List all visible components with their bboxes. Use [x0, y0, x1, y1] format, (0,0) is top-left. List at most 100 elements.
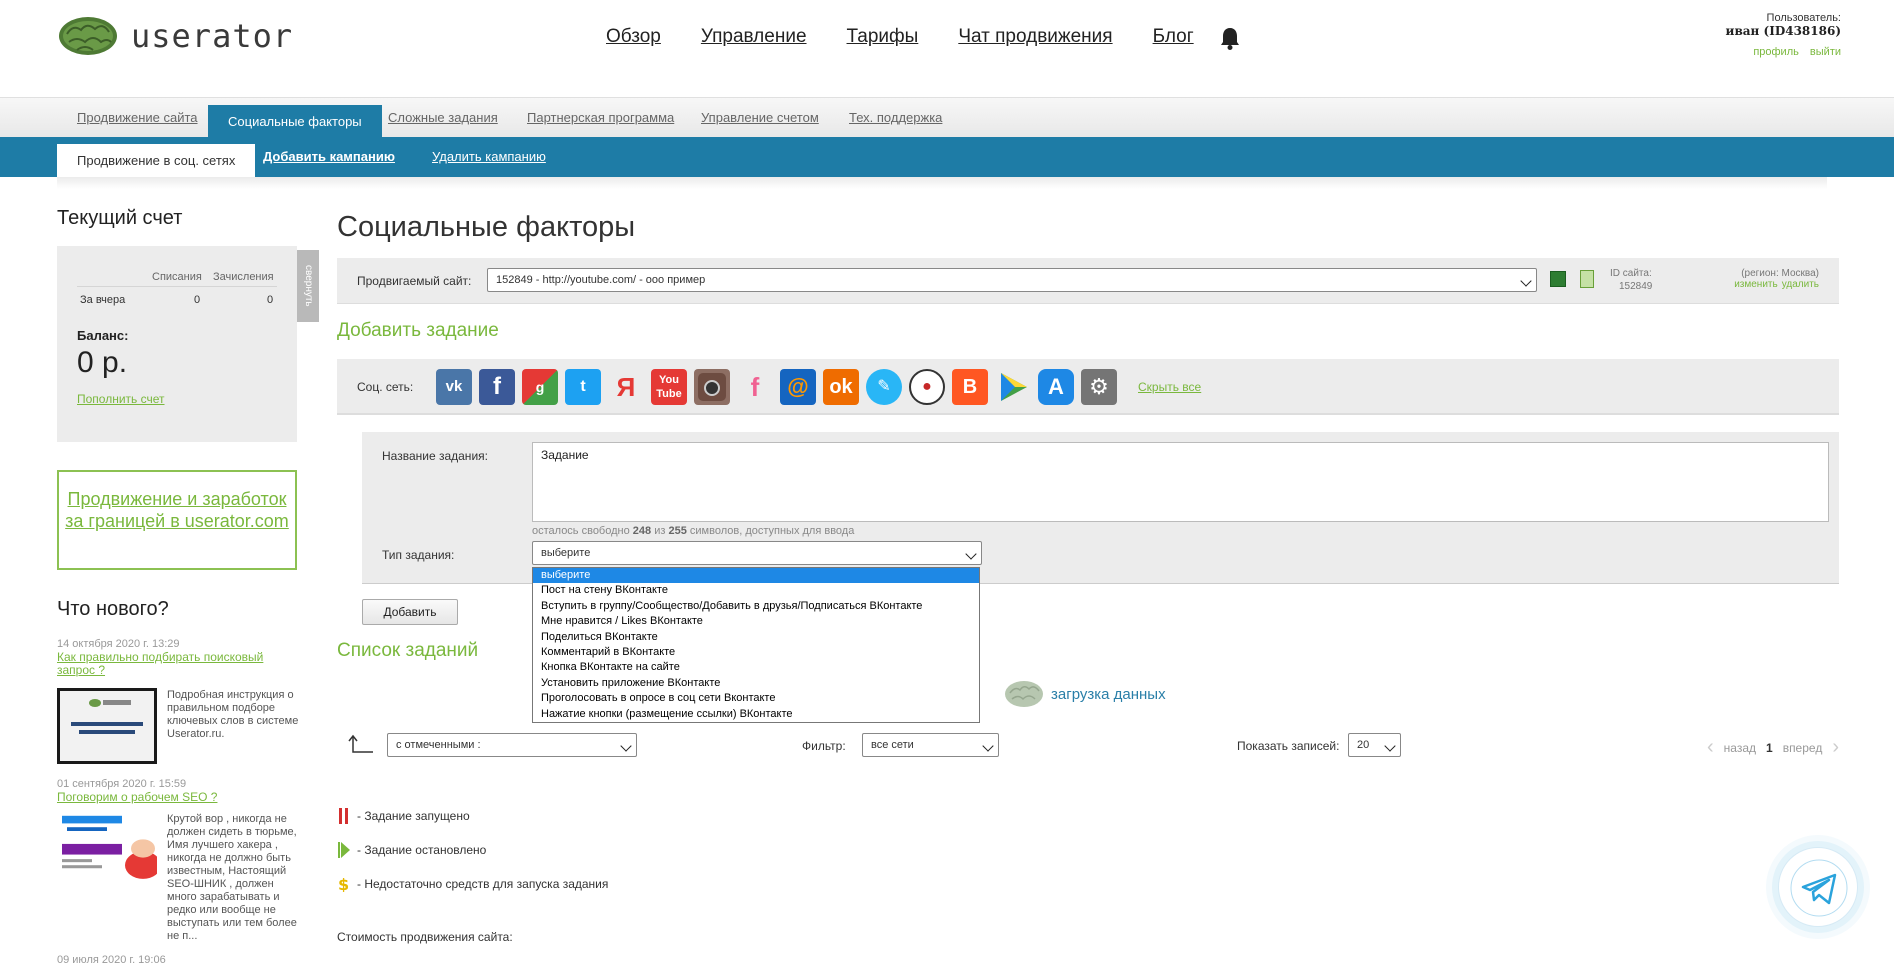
- collapse-handle[interactable]: свернуть: [297, 250, 319, 322]
- facebook-icon[interactable]: f: [479, 369, 515, 405]
- legend-running: - Задание запущено: [337, 808, 470, 824]
- pager-next[interactable]: вперед: [1783, 741, 1823, 755]
- logo[interactable]: userator: [57, 14, 293, 58]
- task-form: Название задания: Задание осталось свобо…: [362, 432, 1839, 584]
- chevron-down-icon: [982, 740, 994, 752]
- dropdown-option[interactable]: Вступить в группу/Сообщество/Добавить в …: [533, 599, 979, 614]
- balance-box: Списания Зачисления За вчера 0 0 Баланс:…: [57, 246, 297, 442]
- news-link[interactable]: Поговорим о рабочем SEO ?: [57, 791, 287, 804]
- chevron-down-icon: [1384, 740, 1396, 752]
- logout-link[interactable]: выйти: [1810, 46, 1841, 58]
- copy-icon[interactable]: [1580, 270, 1594, 288]
- subtab-add-campaign[interactable]: Добавить кампанию: [263, 137, 395, 177]
- pause-icon: [339, 808, 348, 824]
- bulk-action-select[interactable]: с отмеченными :: [387, 733, 637, 757]
- balance-value: 0 р.: [77, 346, 128, 379]
- dropdown-option[interactable]: Комментарий в ВКонтакте: [533, 645, 979, 660]
- tab-complex-tasks[interactable]: Сложные задания: [388, 98, 498, 138]
- bell-icon[interactable]: [1219, 26, 1241, 50]
- dropdown-option[interactable]: выберите: [533, 568, 979, 584]
- odnoklassniki-icon[interactable]: ok: [823, 369, 859, 405]
- chars-total: 255: [668, 525, 687, 537]
- news-date: 01 сентября 2020 г. 15:59: [57, 778, 187, 790]
- pager-prev[interactable]: назад: [1724, 741, 1756, 755]
- liveinternet-icon[interactable]: ●: [909, 369, 945, 405]
- nav-management[interactable]: Управление: [701, 26, 807, 48]
- subtab-social-promotion[interactable]: Продвижение в соц. сетях: [57, 144, 256, 177]
- delete-site-link[interactable]: удалить: [1782, 279, 1819, 290]
- hide-all-link[interactable]: Скрыть все: [1138, 380, 1201, 394]
- news-thumbnail-image[interactable]: [57, 688, 157, 764]
- dropdown-option[interactable]: Мне нравится / Likes ВКонтакте: [533, 614, 979, 629]
- row-yesterday-debits: 0: [194, 294, 201, 306]
- dropdown-option[interactable]: Нажатие кнопки (размещение ссылки) ВКонт…: [533, 707, 979, 722]
- task-name-textarea[interactable]: Задание: [532, 442, 1829, 522]
- show-records-select[interactable]: 20: [1348, 733, 1401, 757]
- bulk-action-value: с отмеченными :: [396, 739, 481, 751]
- chevron-down-icon: [1520, 275, 1532, 287]
- twitter-icon[interactable]: t: [565, 369, 601, 405]
- region-text: (регион: Москва): [1741, 268, 1819, 279]
- chevron-down-icon: [620, 740, 632, 752]
- legend-no-funds: $ - Недостаточно средств для запуска зад…: [337, 876, 608, 892]
- subtab-delete-campaign[interactable]: Удалить кампанию: [432, 137, 546, 177]
- tab-support[interactable]: Тех. поддержка: [849, 98, 942, 138]
- loading-text: загрузка данных: [1051, 685, 1166, 703]
- row-yesterday-credits: 0: [267, 294, 274, 306]
- youtube-icon[interactable]: You Tube: [651, 369, 687, 405]
- topup-link[interactable]: Пополнить счет: [77, 392, 165, 406]
- site-select[interactable]: 152849 - http://youtube.com/ - ооо приме…: [487, 268, 1537, 292]
- dropdown-option[interactable]: Проголосовать в опросе в соц сети Вконта…: [533, 691, 979, 706]
- news-link[interactable]: Как правильно подбирать поисковый запрос…: [57, 651, 287, 677]
- header: userator Обзор Управление Тарифы Чат про…: [0, 0, 1894, 97]
- excel-export-icon[interactable]: [1550, 271, 1566, 287]
- user-label: Пользователь:: [1766, 12, 1841, 24]
- settings-app-icon[interactable]: ⚙: [1081, 369, 1117, 405]
- filter-select[interactable]: все сети: [862, 733, 999, 757]
- app-store-icon[interactable]: A: [1038, 369, 1074, 405]
- filter-value: все сети: [871, 739, 914, 751]
- table-divider: [77, 286, 277, 287]
- telegram-button[interactable]: [1778, 847, 1858, 927]
- show-records-label: Показать записей:: [1237, 739, 1340, 753]
- mailru-icon[interactable]: @: [780, 369, 816, 405]
- livejournal-icon[interactable]: ✎: [866, 369, 902, 405]
- foursquare-icon[interactable]: f: [737, 369, 773, 405]
- tab-account-management[interactable]: Управление счетом: [701, 98, 819, 138]
- task-type-select[interactable]: выберите: [532, 541, 982, 565]
- profile-link[interactable]: профиль: [1753, 46, 1799, 58]
- chevron-left-icon[interactable]: ‹: [1707, 736, 1714, 759]
- instagram-icon[interactable]: [694, 369, 730, 405]
- camera-glyph: [698, 373, 726, 401]
- vk-icon[interactable]: vk: [436, 369, 472, 405]
- dropdown-option[interactable]: Пост на стену ВКонтакте: [533, 583, 979, 598]
- tab-partner-program[interactable]: Партнерская программа: [527, 98, 674, 138]
- legend-stopped: - Задание остановлено: [337, 842, 486, 858]
- tab-site-promotion[interactable]: Продвижение сайта: [77, 98, 198, 138]
- nav-overview[interactable]: Обзор: [606, 26, 661, 48]
- edit-site-link[interactable]: изменить: [1734, 279, 1778, 290]
- blogger-icon[interactable]: B: [952, 369, 988, 405]
- nav-blog[interactable]: Блог: [1153, 26, 1194, 48]
- site-select-value: 152849 - http://youtube.com/ - ооо приме…: [496, 274, 706, 286]
- google-plus-icon[interactable]: g: [522, 369, 558, 405]
- dropdown-option[interactable]: Кнопка ВКонтакте на сайте: [533, 660, 979, 675]
- play-icon: [338, 842, 350, 858]
- add-task-button[interactable]: Добавить: [362, 599, 458, 625]
- dropdown-option[interactable]: Поделиться ВКонтакте: [533, 630, 979, 645]
- col-debits: Списания: [152, 271, 202, 283]
- google-play-icon[interactable]: [995, 369, 1031, 405]
- dropdown-option[interactable]: Установить приложение ВКонтакте: [533, 676, 979, 691]
- legend-no-funds-text: - Недостаточно средств для запуска задан…: [357, 877, 609, 891]
- svg-text:$: $: [338, 876, 349, 892]
- nav-tariffs[interactable]: Тарифы: [847, 26, 919, 48]
- nav-promo-chat[interactable]: Чат продвижения: [958, 26, 1112, 48]
- yandex-icon[interactable]: Я: [608, 369, 644, 405]
- chevron-right-icon[interactable]: ›: [1832, 736, 1839, 759]
- site-cost-label: Стоимость продвижения сайта:: [337, 930, 513, 944]
- promo-banner[interactable]: Продвижение и заработок за границей в us…: [57, 470, 297, 570]
- task-list-controls: с отмеченными : Фильтр: все сети Показат…: [337, 730, 1839, 762]
- char-count-hint: осталось свободно 248 из 255 символов, д…: [532, 525, 855, 537]
- tab-social-factors[interactable]: Социальные факторы: [208, 105, 382, 138]
- news-thumbnail-image[interactable]: [57, 812, 157, 888]
